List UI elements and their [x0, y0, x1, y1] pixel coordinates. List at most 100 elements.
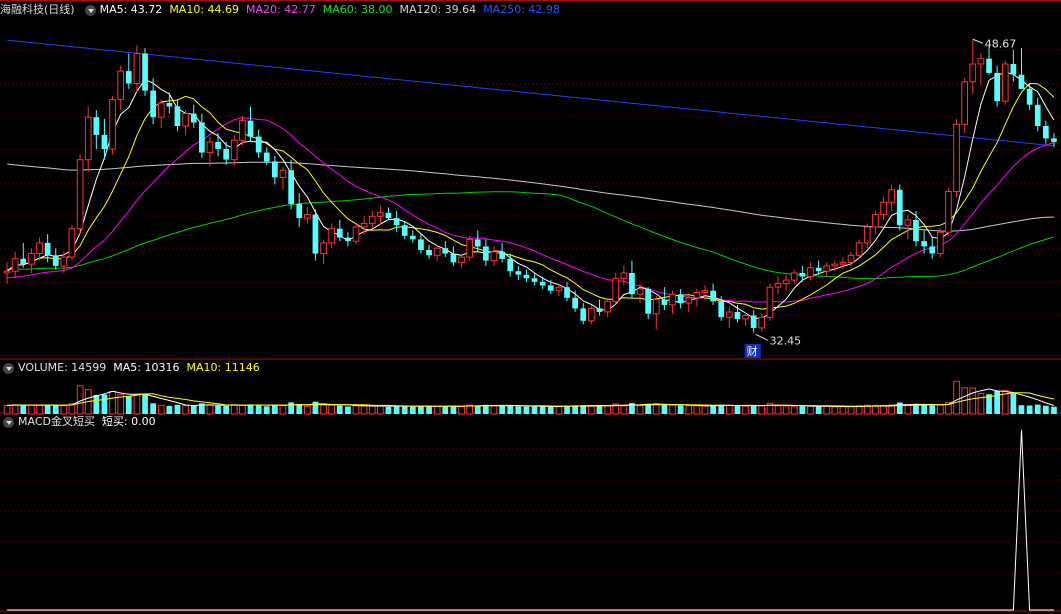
candle-body — [442, 248, 449, 254]
volume-bar — [994, 390, 1000, 414]
volume-bar — [880, 405, 887, 415]
candle-body — [190, 113, 197, 123]
candle-body — [1043, 126, 1049, 139]
volume-bar — [685, 405, 693, 415]
volume-bar — [742, 405, 749, 415]
candle-body — [11, 258, 19, 272]
candle-body — [336, 228, 343, 238]
candle-body — [855, 242, 863, 256]
stock-chart[interactable]: 48.67 32.45 财 — [0, 0, 1061, 614]
candle-body — [84, 116, 92, 161]
volume-bar — [272, 405, 278, 414]
volume-bar — [790, 405, 798, 415]
volume-bar — [564, 405, 570, 414]
candle-body — [474, 239, 481, 247]
volume-bar — [953, 380, 960, 415]
candle-body — [223, 149, 229, 160]
volume-bar — [442, 406, 449, 414]
volume-bar — [450, 405, 457, 414]
volume-bar — [328, 404, 335, 415]
candle-body — [904, 219, 912, 226]
volume-bar — [288, 402, 294, 414]
volume-bar — [458, 405, 465, 415]
candle-body — [215, 142, 221, 150]
volume-bar — [847, 405, 855, 415]
candle-body — [328, 228, 335, 244]
volume-bar — [182, 405, 190, 415]
volume-bar — [904, 404, 912, 415]
volume-bar — [799, 406, 806, 414]
candle-body — [872, 214, 879, 228]
volume-bar — [499, 405, 505, 414]
volume-bar — [377, 405, 384, 415]
candle-body — [523, 274, 530, 279]
volume-bar — [831, 406, 839, 415]
volume-bar — [93, 395, 100, 414]
volume-bar — [515, 406, 522, 414]
candle-body — [823, 265, 831, 272]
candle-body — [815, 267, 822, 272]
candle-body — [28, 253, 35, 265]
candle-body — [701, 290, 709, 294]
candle-body — [539, 281, 546, 286]
candle-body — [572, 297, 578, 309]
candle-body — [133, 52, 141, 85]
high-price-label: 48.67 — [985, 37, 1017, 50]
candle-body — [410, 235, 416, 240]
candle-body — [230, 139, 238, 161]
volume-bar — [336, 405, 343, 414]
candle-body — [531, 278, 538, 282]
volume-bar — [872, 405, 879, 415]
volume-bar — [555, 406, 563, 415]
candle-body — [742, 315, 749, 320]
event-marker-label: 财 — [747, 344, 758, 358]
volume-bar — [215, 405, 221, 414]
candle-body — [483, 246, 489, 261]
volume-bar — [3, 404, 11, 415]
candle-body — [986, 58, 992, 73]
volume-bar — [726, 404, 733, 415]
candle-body — [782, 279, 790, 285]
candle-body — [279, 169, 287, 178]
candle-body — [913, 219, 919, 242]
candle-body — [320, 242, 327, 254]
volume-bar — [937, 404, 944, 415]
volume-bar — [352, 405, 360, 415]
candle-body — [685, 297, 693, 304]
candle-body — [564, 287, 570, 298]
volume-bar — [855, 405, 863, 415]
candle-body — [1010, 64, 1017, 75]
candle-body — [604, 300, 611, 313]
volume-bar — [921, 405, 927, 414]
volume-bar — [239, 404, 246, 415]
candle-body — [272, 161, 278, 178]
volume-bar — [604, 405, 611, 415]
candle-body — [977, 58, 985, 65]
candle-body — [288, 170, 294, 204]
candle-body — [652, 299, 660, 315]
high-marker-arrow — [972, 38, 983, 44]
candle-body — [1026, 88, 1033, 105]
candle-body — [174, 106, 181, 126]
candle-body — [766, 286, 774, 318]
candle-body — [255, 136, 262, 153]
volume-bar — [669, 404, 676, 415]
volume-bar — [620, 405, 628, 415]
candle-body — [401, 225, 408, 236]
volume-bar — [710, 405, 716, 414]
volume-bar — [385, 406, 392, 414]
volume-bar — [839, 406, 847, 415]
candle-body — [76, 159, 84, 230]
candle-body — [580, 308, 587, 321]
volume-bar — [1026, 405, 1033, 414]
candle-body — [710, 290, 716, 302]
candle-body — [677, 294, 684, 304]
candle-body — [199, 122, 205, 153]
candle-body — [636, 288, 644, 295]
candle-body — [945, 191, 952, 233]
candle-body — [953, 123, 960, 192]
volume-bar — [677, 405, 684, 414]
candle-body — [937, 231, 944, 255]
volume-ma5-line — [7, 388, 1055, 408]
candle-body — [774, 283, 782, 288]
